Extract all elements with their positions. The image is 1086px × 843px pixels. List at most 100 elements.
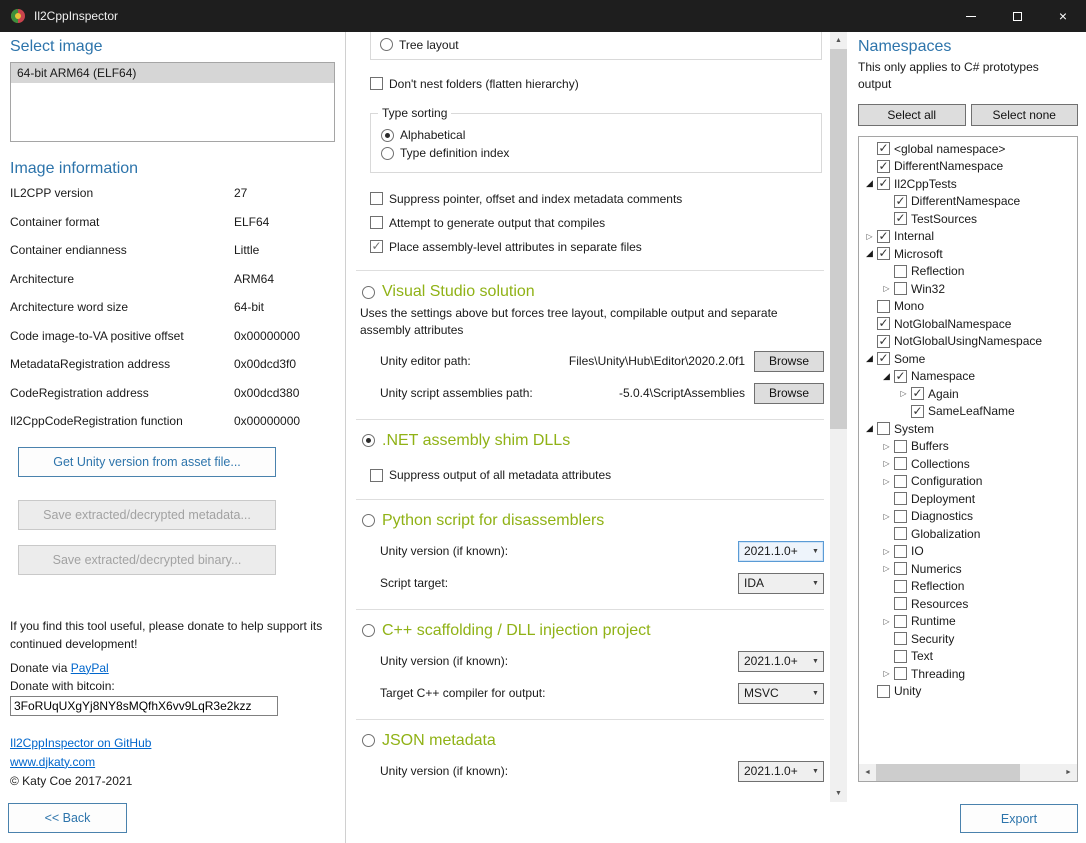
tree-item[interactable]: ◢Il2CppTests — [859, 175, 1077, 193]
script-target-select[interactable]: IDA ▼ — [738, 573, 824, 594]
tree-item-checkbox[interactable] — [894, 265, 907, 278]
expand-arrow-icon[interactable]: ▷ — [879, 477, 894, 486]
expand-arrow-icon[interactable]: ▷ — [879, 442, 894, 451]
tree-item[interactable]: NotGlobalUsingNamespace — [859, 332, 1077, 350]
tree-item-checkbox[interactable] — [877, 160, 890, 173]
tree-item-checkbox[interactable] — [877, 685, 890, 698]
collapse-arrow-icon[interactable]: ◢ — [862, 178, 877, 189]
json-metadata-radio[interactable]: JSON metadata — [362, 732, 824, 750]
tree-item-checkbox[interactable] — [877, 300, 890, 313]
tree-item-checkbox[interactable] — [894, 212, 907, 225]
compilable-output-checkbox[interactable]: Attempt to generate output that compiles — [370, 214, 824, 231]
tree-item-checkbox[interactable] — [894, 562, 907, 575]
tree-item[interactable]: Globalization — [859, 525, 1077, 543]
website-link[interactable]: www.djkaty.com — [10, 755, 95, 769]
tree-item[interactable]: Mono — [859, 297, 1077, 315]
scrollbar-track[interactable] — [830, 49, 847, 785]
tree-item[interactable]: ▷Numerics — [859, 560, 1077, 578]
python-script-radio[interactable]: Python script for disassemblers — [362, 512, 824, 530]
json-unity-version-select[interactable]: 2021.1.0+ ▼ — [738, 761, 824, 782]
tree-item-checkbox[interactable] — [877, 352, 890, 365]
tree-item[interactable]: Reflection — [859, 262, 1077, 280]
minimize-button[interactable] — [948, 0, 994, 32]
tree-item[interactable]: ◢Namespace — [859, 367, 1077, 385]
script-assemblies-path-input[interactable]: -5.0.4\ScriptAssemblies — [533, 386, 745, 400]
tree-item[interactable]: ◢Some — [859, 350, 1077, 368]
separate-attributes-checkbox[interactable]: Place assembly-level attributes in separ… — [370, 238, 824, 255]
tree-item-checkbox[interactable] — [894, 545, 907, 558]
expand-arrow-icon[interactable]: ▷ — [879, 617, 894, 626]
tree-item[interactable]: Deployment — [859, 490, 1077, 508]
tree-item-checkbox[interactable] — [894, 650, 907, 663]
tree-item[interactable]: DifferentNamespace — [859, 192, 1077, 210]
maximize-button[interactable] — [994, 0, 1040, 32]
scroll-right-button[interactable]: ► — [1060, 764, 1077, 781]
tree-item-checkbox[interactable] — [877, 142, 890, 155]
tree-item[interactable]: Reflection — [859, 577, 1077, 595]
tree-item[interactable]: Security — [859, 630, 1077, 648]
github-link[interactable]: Il2CppInspector on GitHub — [10, 736, 151, 750]
tree-item[interactable]: ▷IO — [859, 542, 1077, 560]
cpp-compiler-select[interactable]: MSVC ▼ — [738, 683, 824, 704]
collapse-arrow-icon[interactable]: ◢ — [862, 353, 877, 364]
tree-item-checkbox[interactable] — [894, 667, 907, 680]
tree-item[interactable]: ▷Win32 — [859, 280, 1077, 298]
scroll-down-button[interactable]: ▼ — [830, 785, 847, 802]
tree-item-checkbox[interactable] — [877, 230, 890, 243]
tree-item[interactable]: Text — [859, 647, 1077, 665]
image-listbox[interactable]: 64-bit ARM64 (ELF64) — [10, 62, 335, 142]
suppress-attributes-checkbox[interactable]: Suppress output of all metadata attribut… — [370, 467, 824, 484]
tree-item-checkbox[interactable] — [911, 405, 924, 418]
tree-item[interactable]: Unity — [859, 682, 1077, 700]
tree-item[interactable]: ▷Configuration — [859, 472, 1077, 490]
python-unity-version-select[interactable]: 2021.1.0+ ▼ — [738, 541, 824, 562]
tree-item-checkbox[interactable] — [894, 195, 907, 208]
tree-item-checkbox[interactable] — [894, 492, 907, 505]
tree-item-checkbox[interactable] — [894, 457, 907, 470]
expand-arrow-icon[interactable]: ▷ — [879, 669, 894, 678]
browse-editor-path-button[interactable]: Browse — [754, 351, 824, 372]
tree-item-checkbox[interactable] — [894, 597, 907, 610]
export-button[interactable]: Export — [960, 804, 1078, 833]
scroll-up-button[interactable]: ▲ — [830, 32, 847, 49]
collapse-arrow-icon[interactable]: ◢ — [879, 371, 894, 382]
expand-arrow-icon[interactable]: ▷ — [879, 284, 894, 293]
sort-type-index-radio[interactable]: Type definition index — [381, 144, 821, 162]
tree-item-checkbox[interactable] — [877, 247, 890, 260]
unity-editor-path-input[interactable]: Files\Unity\Hub\Editor\2020.2.0f1 — [471, 354, 745, 368]
expand-arrow-icon[interactable]: ▷ — [896, 389, 911, 398]
expand-arrow-icon[interactable]: ▷ — [879, 459, 894, 468]
tree-item[interactable]: ▷Collections — [859, 455, 1077, 473]
tree-item[interactable]: ◢System — [859, 420, 1077, 438]
shim-dlls-radio[interactable]: .NET assembly shim DLLs — [362, 432, 824, 450]
back-button[interactable]: << Back — [8, 803, 127, 833]
tree-item[interactable]: ▷Threading — [859, 665, 1077, 683]
collapse-arrow-icon[interactable]: ◢ — [862, 248, 877, 259]
tree-item-checkbox[interactable] — [877, 335, 890, 348]
tree-item[interactable]: ▷Runtime — [859, 612, 1077, 630]
scrollbar-thumb[interactable] — [830, 49, 847, 429]
suppress-comments-checkbox[interactable]: Suppress pointer, offset and index metad… — [370, 190, 824, 207]
tree-item-checkbox[interactable] — [877, 317, 890, 330]
tree-item[interactable]: NotGlobalNamespace — [859, 315, 1077, 333]
tree-item[interactable]: ▷Again — [859, 385, 1077, 403]
tree-item[interactable]: ◢Microsoft — [859, 245, 1077, 263]
collapse-arrow-icon[interactable]: ◢ — [862, 423, 877, 434]
tree-item-checkbox[interactable] — [894, 527, 907, 540]
paypal-link[interactable]: PayPal — [71, 661, 109, 675]
cpp-scaffolding-radio[interactable]: C++ scaffolding / DLL injection project — [362, 622, 824, 640]
get-unity-version-button[interactable]: Get Unity version from asset file... — [18, 447, 276, 477]
tree-layout-radio[interactable]: Tree layout — [380, 36, 821, 53]
tree-item[interactable]: SameLeafName — [859, 402, 1077, 420]
tree-item-checkbox[interactable] — [877, 177, 890, 190]
tree-item-checkbox[interactable] — [894, 632, 907, 645]
tree-item[interactable]: ▷Internal — [859, 227, 1077, 245]
select-none-button[interactable]: Select none — [971, 104, 1079, 126]
tree-item-checkbox[interactable] — [894, 370, 907, 383]
scrollbar-thumb[interactable] — [876, 764, 1020, 781]
tree-item-checkbox[interactable] — [894, 475, 907, 488]
browse-assemblies-path-button[interactable]: Browse — [754, 383, 824, 404]
tree-item[interactable]: Resources — [859, 595, 1077, 613]
expand-arrow-icon[interactable]: ▷ — [879, 512, 894, 521]
tree-item-checkbox[interactable] — [877, 422, 890, 435]
